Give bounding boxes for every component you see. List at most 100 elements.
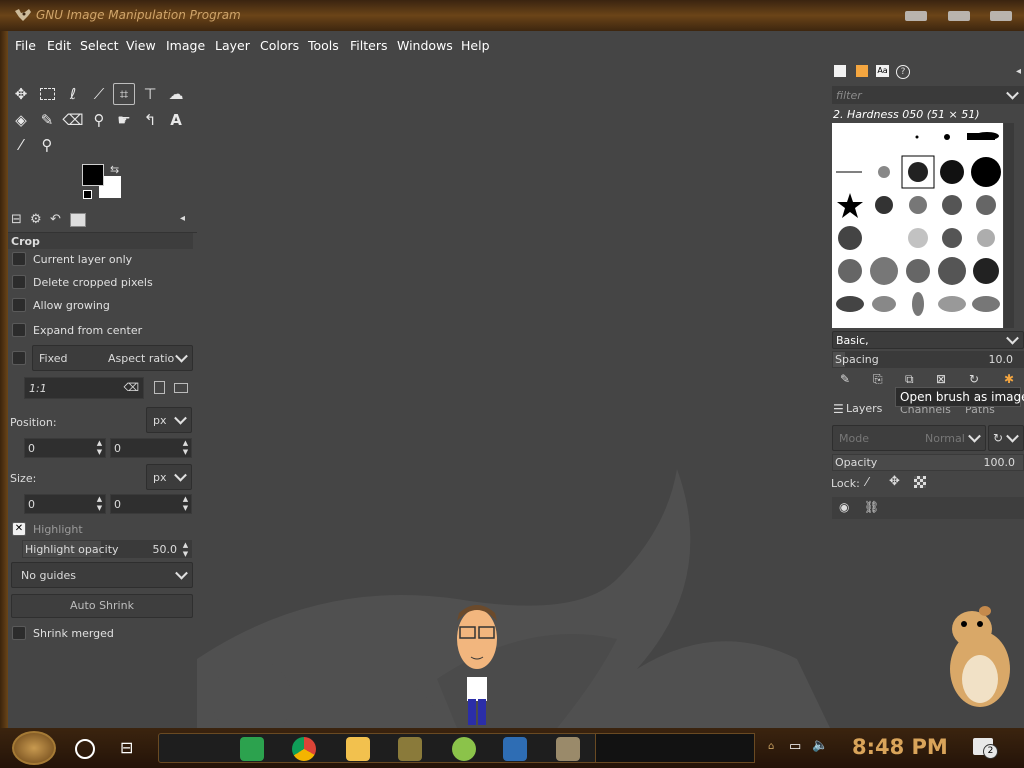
- file-explorer-icon[interactable]: [346, 737, 370, 761]
- configure-tab-icon[interactable]: ◂: [180, 213, 185, 224]
- menu-tools[interactable]: Tools: [308, 38, 339, 53]
- clear-icon[interactable]: ⌫: [123, 381, 139, 394]
- start-button[interactable]: [12, 731, 56, 765]
- transform-tool-icon[interactable]: ⊤: [139, 83, 161, 105]
- task-view-icon[interactable]: ⊟: [120, 738, 133, 757]
- move-tool-icon[interactable]: ✥: [10, 83, 32, 105]
- position-x-input[interactable]: 0 ▲ ▼: [24, 438, 106, 458]
- spin-buttons[interactable]: ▲ ▼: [180, 439, 191, 457]
- patterns-tab-icon[interactable]: [856, 65, 868, 77]
- zoom-tool-icon[interactable]: ⚲: [36, 134, 58, 156]
- delete-brush-icon[interactable]: ⊠: [936, 372, 946, 386]
- position-unit-dropdown[interactable]: px: [146, 407, 192, 433]
- clock[interactable]: 8:48 PM: [852, 735, 948, 759]
- volume-muted-icon[interactable]: 🔈: [812, 738, 828, 753]
- guides-dropdown[interactable]: No guides: [11, 562, 193, 588]
- menu-filters[interactable]: Filters: [350, 38, 387, 53]
- lock-alpha-icon[interactable]: [914, 476, 926, 488]
- color-picker-tool-icon[interactable]: ⁄: [10, 134, 32, 156]
- foreground-color-swatch[interactable]: [82, 164, 104, 186]
- position-y-input[interactable]: 0 ▲ ▼: [110, 438, 192, 458]
- allow-growing-checkbox[interactable]: Allow growing: [12, 298, 110, 312]
- menu-select[interactable]: Select: [80, 38, 119, 53]
- menu-image[interactable]: Image: [166, 38, 205, 53]
- clone-tool-icon[interactable]: ⚲: [88, 109, 110, 131]
- shrink-merged-checkbox[interactable]: Shrink merged: [12, 626, 114, 640]
- eye-icon[interactable]: ◉: [839, 500, 849, 514]
- checkbox-box[interactable]: [12, 298, 26, 312]
- lime-icon[interactable]: [452, 737, 476, 761]
- swap-colors-icon[interactable]: ⇆: [110, 163, 119, 176]
- fixed-mode-dropdown[interactable]: Fixed Aspect ratio: [32, 345, 193, 371]
- spin-buttons[interactable]: ▲ ▼: [180, 495, 191, 513]
- refresh-brushes-icon[interactable]: ↻: [969, 372, 979, 386]
- text-tool-icon[interactable]: A: [165, 109, 187, 131]
- warp-tool-icon[interactable]: ☁: [165, 83, 187, 105]
- image-canvas[interactable]: [197, 59, 830, 728]
- eraser-tool-icon[interactable]: ⌫: [62, 109, 84, 131]
- menu-view[interactable]: View: [126, 38, 156, 53]
- layer-mode-options-button[interactable]: ↻: [988, 425, 1024, 451]
- open-brush-as-image-icon[interactable]: ✱: [1004, 372, 1014, 386]
- checkbox-box[interactable]: [12, 323, 26, 337]
- lock-pixels-icon[interactable]: ⁄: [866, 475, 868, 489]
- fuzzy-select-tool-icon[interactable]: ⟋: [88, 83, 110, 105]
- network-icon[interactable]: ▭: [789, 739, 801, 754]
- spin-buttons[interactable]: ▲ ▼: [94, 495, 105, 513]
- search-icon[interactable]: [75, 739, 95, 759]
- menu-colors[interactable]: Colors: [260, 38, 299, 53]
- brushes-tab-icon[interactable]: [834, 65, 846, 77]
- default-colors-icon[interactable]: [83, 190, 92, 199]
- checkbox-box[interactable]: [12, 275, 26, 289]
- brush-tag-dropdown[interactable]: Basic,: [832, 331, 1024, 349]
- edit-brush-icon[interactable]: ✎: [840, 372, 850, 386]
- virtualbox-icon[interactable]: [503, 737, 527, 761]
- chain-icon[interactable]: ⛓: [864, 500, 879, 514]
- maximize-button[interactable]: [948, 11, 970, 21]
- bucket-fill-tool-icon[interactable]: ◈: [10, 109, 32, 131]
- fixed-checkbox[interactable]: [12, 351, 33, 365]
- rect-select-tool-icon[interactable]: [36, 83, 58, 105]
- device-status-tab-icon[interactable]: ⚙: [30, 212, 42, 227]
- spreadsheets-icon[interactable]: [240, 737, 264, 761]
- close-button[interactable]: [990, 11, 1012, 21]
- menu-layer[interactable]: Layer: [215, 38, 250, 53]
- lock-position-icon[interactable]: ✥: [889, 474, 900, 489]
- checkbox-box[interactable]: [12, 351, 26, 365]
- menu-help[interactable]: Help: [461, 38, 490, 53]
- undo-history-tab-icon[interactable]: ↶: [50, 212, 61, 227]
- size-unit-dropdown[interactable]: px: [146, 464, 192, 490]
- spin-buttons[interactable]: ▲ ▼: [94, 439, 105, 457]
- auto-shrink-button[interactable]: Auto Shrink: [11, 594, 193, 618]
- tab-layers[interactable]: Layers: [846, 402, 882, 415]
- images-tab-icon[interactable]: [70, 213, 86, 227]
- help-tab-icon[interactable]: ?: [896, 65, 910, 79]
- highlight-checkbox[interactable]: ✕ Highlight: [12, 522, 83, 536]
- notifications-icon[interactable]: 2: [973, 738, 998, 759]
- layer-opacity-slider[interactable]: Opacity 100.0: [832, 454, 1024, 471]
- size-width-input[interactable]: 0 ▲ ▼: [24, 494, 106, 514]
- brush-spacing-slider[interactable]: Spacing 10.0: [832, 351, 1024, 368]
- layers-tab-icon[interactable]: ☰: [833, 402, 844, 416]
- spin-buttons[interactable]: ▲ ▼: [180, 541, 191, 558]
- minimize-button[interactable]: [905, 11, 927, 21]
- brush-grid-scrollbar[interactable]: [1004, 123, 1014, 328]
- chrome-icon[interactable]: [292, 737, 316, 761]
- gimp-icon[interactable]: [556, 737, 580, 761]
- menu-file[interactable]: File: [15, 38, 36, 53]
- tool-options-tab-icon[interactable]: ⊟: [11, 212, 22, 227]
- size-height-input[interactable]: 0 ▲ ▼: [110, 494, 192, 514]
- checkbox-checked-icon[interactable]: ✕: [12, 522, 26, 536]
- smudge-tool-icon[interactable]: ☛: [113, 109, 135, 131]
- free-select-tool-icon[interactable]: ℓ: [62, 83, 84, 105]
- landscape-icon[interactable]: [174, 383, 188, 393]
- brush-filter-input[interactable]: filter: [832, 86, 1024, 104]
- checkbox-box[interactable]: [12, 252, 26, 266]
- paths-tool-icon[interactable]: ↰: [139, 109, 161, 131]
- layer-mode-dropdown[interactable]: Mode Normal: [832, 425, 986, 451]
- delete-cropped-pixels-checkbox[interactable]: Delete cropped pixels: [12, 275, 153, 289]
- new-brush-icon[interactable]: ⎘: [873, 372, 883, 387]
- menu-windows[interactable]: Windows: [397, 38, 453, 53]
- brush-grid[interactable]: [832, 123, 1003, 328]
- duplicate-brush-icon[interactable]: ⧉: [905, 372, 914, 387]
